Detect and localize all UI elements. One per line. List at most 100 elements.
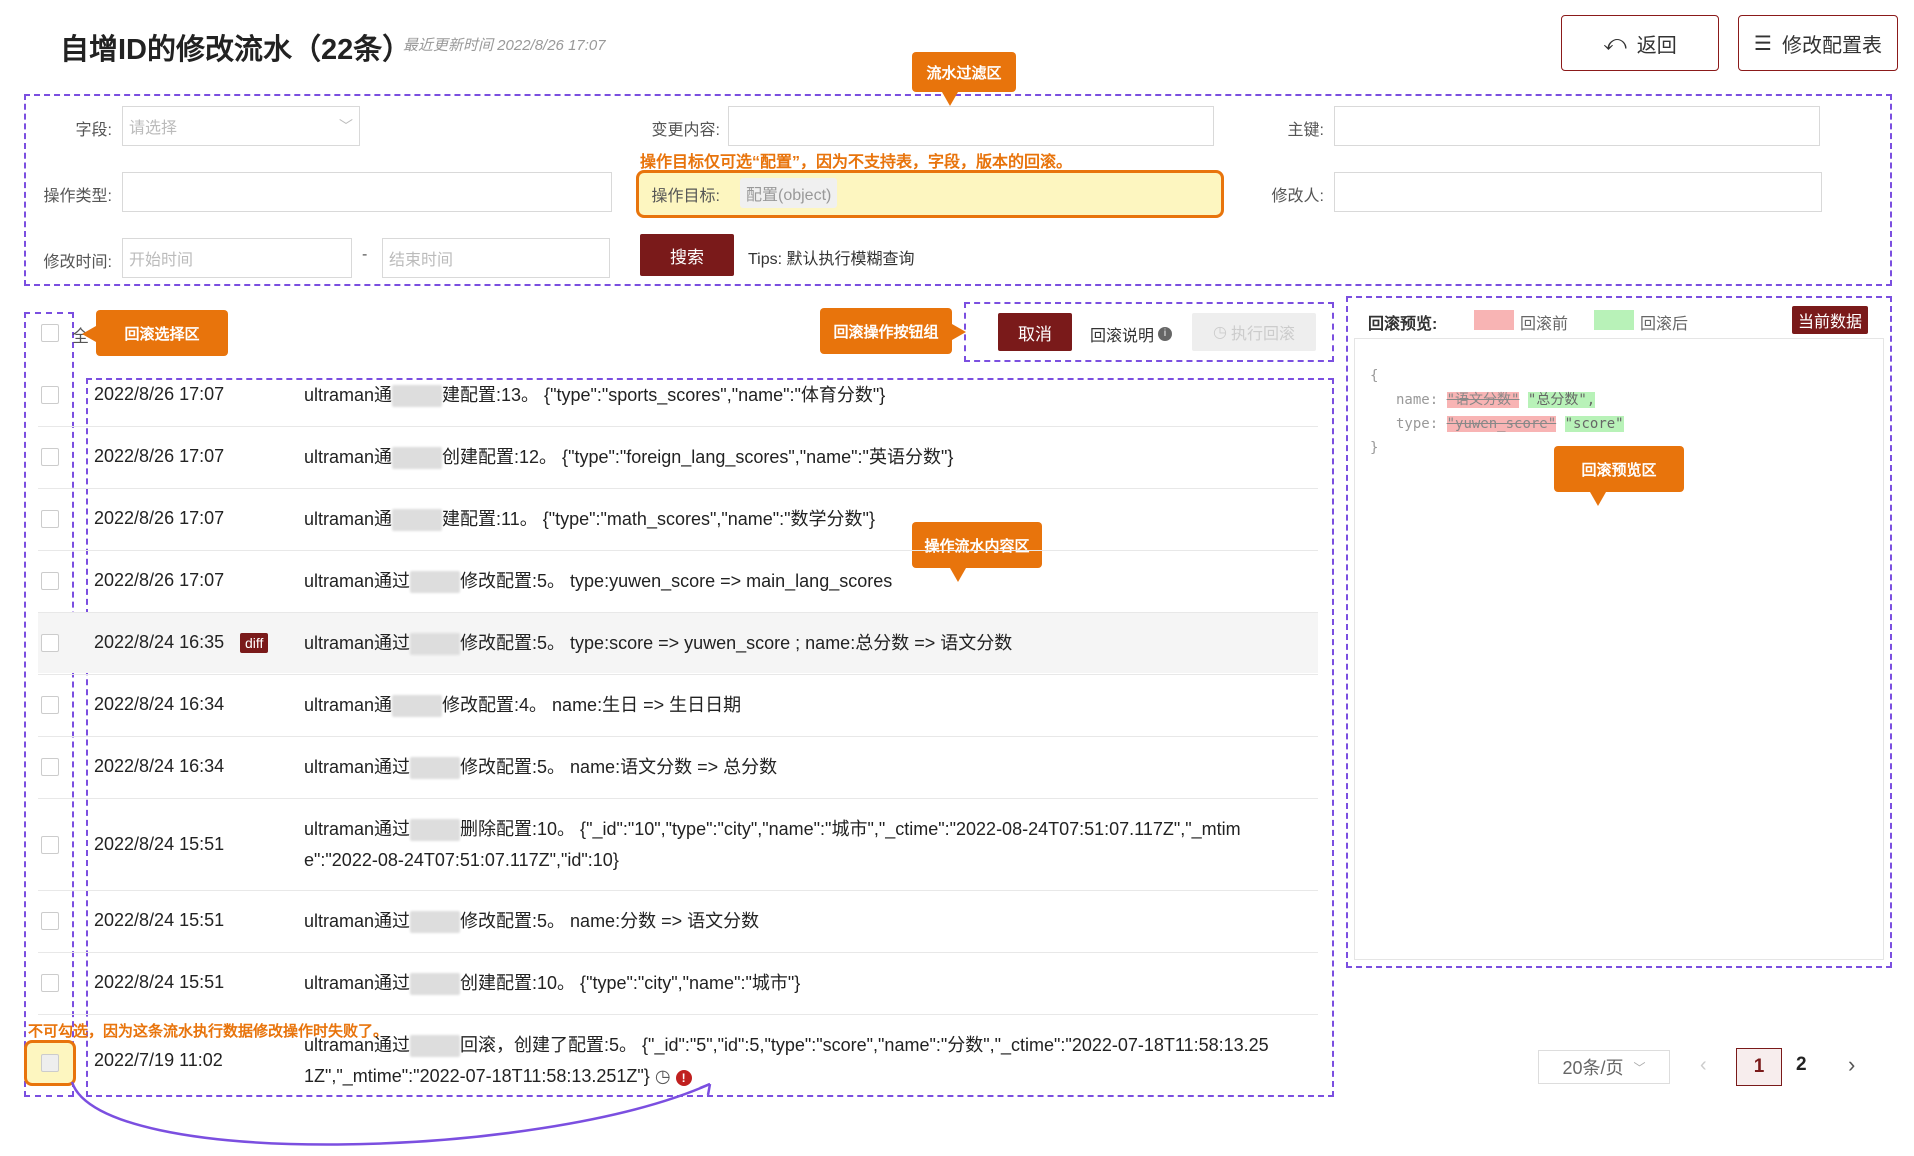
row-content: ultraman通过 修改配置:5。 name:分数 => 语文分数: [304, 906, 1304, 937]
before-legend: 回滚前: [1520, 316, 1569, 333]
row-divider: [38, 952, 1318, 953]
page-2-button[interactable]: 2: [1796, 1054, 1807, 1076]
name-before: "语文分数": [1446, 392, 1520, 408]
time-label: 修改时间:: [43, 254, 112, 271]
row-checkbox[interactable]: [41, 448, 59, 466]
page-1-button[interactable]: 1: [1736, 1048, 1782, 1086]
change-content-input[interactable]: [728, 106, 1214, 146]
row-checkbox[interactable]: [41, 696, 59, 714]
row-divider: [38, 550, 1318, 551]
type-after: "score": [1564, 416, 1624, 432]
row-divider: [38, 798, 1318, 799]
modifier-input[interactable]: [1334, 172, 1822, 212]
info-icon: i: [1158, 327, 1173, 341]
time-separator: -: [362, 246, 368, 263]
row-time: 2022/8/26 17:07: [94, 570, 225, 590]
row-time: 2022/8/24 16:34: [94, 694, 225, 714]
select-all-checkbox[interactable]: [41, 324, 59, 342]
execute-rollback-button[interactable]: ◷ 执行回滚: [1192, 313, 1316, 351]
start-time-input[interactable]: 开始时间: [122, 238, 352, 278]
row-checkbox[interactable]: [41, 510, 59, 528]
row-content: ultraman通过 删除配置:10。 {"_id":"10","type":"c…: [304, 819, 1241, 870]
row-checkbox[interactable]: [41, 386, 59, 404]
redacted-block: [410, 1035, 461, 1058]
row-checkbox[interactable]: [41, 912, 59, 930]
after-legend: 回滚后: [1640, 316, 1689, 333]
row-time: 2022/8/24 16:35: [94, 632, 225, 652]
row-content: ultraman通 创建配置:12。 {"type":"foreign_lang_…: [304, 442, 1304, 473]
chevron-down-icon: ﹀: [1633, 1060, 1646, 1075]
row-content: ultraman通 修改配置:4。 name:生日 => 生日日期: [304, 690, 1304, 721]
row-time: 2022/8/24 15:51: [94, 834, 225, 854]
callout-preview: 回滚预览区: [1554, 446, 1684, 506]
row-time: 2022/7/19 11:02: [94, 1050, 223, 1070]
target-tag[interactable]: 配置(object): [740, 178, 838, 208]
row-divider: [38, 488, 1318, 489]
redacted-block: [410, 973, 461, 996]
redacted-block: [410, 911, 461, 934]
key-label: 主键:: [1287, 122, 1324, 139]
chevron-down-icon: ﹀: [339, 118, 353, 134]
row-time: 2022/8/24 16:34: [94, 756, 225, 776]
optype-input[interactable]: [122, 172, 612, 212]
callout-filter: 流水过滤区: [912, 52, 1016, 106]
after-swatch: [1594, 310, 1634, 330]
redacted-block: [410, 819, 461, 842]
end-time-input[interactable]: 结束时间: [382, 238, 610, 278]
row-time: 2022/8/26 17:07: [94, 508, 225, 528]
search-button[interactable]: 搜索: [640, 234, 734, 276]
redacted-block: [392, 695, 443, 718]
row-divider: [38, 1014, 1318, 1015]
row-content: ultraman通 建配置:11。 {"type":"math_scores","…: [304, 504, 1304, 535]
redacted-block: [392, 447, 443, 470]
row-time: 2022/8/24 15:51: [94, 972, 225, 992]
redacted-block: [410, 571, 461, 594]
preview-title: 回滚预览:: [1368, 316, 1438, 333]
row-content: ultraman通 建配置:13。 {"type":"sports_scores"…: [304, 380, 1304, 411]
back-button[interactable]: ⤺ 返回: [1561, 15, 1719, 71]
page-size-select[interactable]: 20条/页 ﹀: [1538, 1050, 1670, 1084]
callout-rollback-buttons: 回滚操作按钮组: [820, 308, 966, 354]
row-divider: [38, 426, 1318, 427]
arrow-connector: [70, 1081, 712, 1146]
back-arrow-icon: ⤺: [1603, 30, 1627, 55]
target-note: 操作目标仅可选“配置”，因为不支持表，字段，版本的回滚。: [640, 154, 1073, 171]
target-highlight: [636, 170, 1224, 218]
name-after: "总分数",: [1527, 392, 1596, 408]
prev-page-icon[interactable]: ‹: [1700, 1054, 1707, 1077]
edit-config-table-button[interactable]: ☰ 修改配置表: [1738, 15, 1898, 71]
last-updated: 最近更新时间 2022/8/26 17:07: [403, 37, 606, 54]
row-content: ultraman通过 修改配置:5。 name:语文分数 => 总分数: [304, 752, 1304, 783]
row-divider: [38, 674, 1318, 675]
row-time: 2022/8/26 17:07: [94, 384, 225, 404]
diff-badge[interactable]: diff: [240, 633, 269, 653]
target-label: 操作目标:: [651, 188, 720, 205]
row-checkbox[interactable]: [41, 974, 59, 992]
redacted-block: [392, 509, 443, 532]
redacted-block: [392, 385, 443, 408]
row-checkbox[interactable]: [41, 836, 59, 854]
field-label: 字段:: [75, 122, 112, 139]
before-swatch: [1474, 310, 1514, 330]
type-before: "yuwen_score": [1446, 416, 1557, 432]
rollback-explain[interactable]: 回滚说明 i: [1090, 322, 1173, 346]
key-input[interactable]: [1334, 106, 1820, 146]
next-page-icon[interactable]: ›: [1848, 1052, 1855, 1078]
cancel-button[interactable]: 取消: [998, 313, 1072, 351]
current-data-button[interactable]: 当前数据: [1792, 306, 1869, 334]
change-content-label: 变更内容:: [651, 122, 720, 139]
row-content: ultraman通过 修改配置:5。 type:score => yuwen_sc…: [304, 628, 1304, 659]
page-title: 自增ID的修改流水（22条）: [60, 34, 412, 66]
row-divider: [38, 736, 1318, 737]
row-checkbox[interactable]: [41, 758, 59, 776]
row-divider: [38, 890, 1318, 891]
history-icon: ◷: [1213, 324, 1227, 341]
row-checkbox[interactable]: [41, 572, 59, 590]
redacted-block: [410, 633, 461, 656]
row-content: ultraman通过 创建配置:10。 {"type":"city","name"…: [304, 968, 1304, 999]
callout-rollback-select: 回滚选择区: [82, 310, 228, 356]
search-tips: Tips: 默认执行模糊查询: [748, 251, 915, 268]
row-checkbox[interactable]: [41, 634, 59, 652]
field-select[interactable]: 请选择 ﹀: [122, 106, 360, 146]
row-time: 2022/8/26 17:07: [94, 446, 225, 466]
